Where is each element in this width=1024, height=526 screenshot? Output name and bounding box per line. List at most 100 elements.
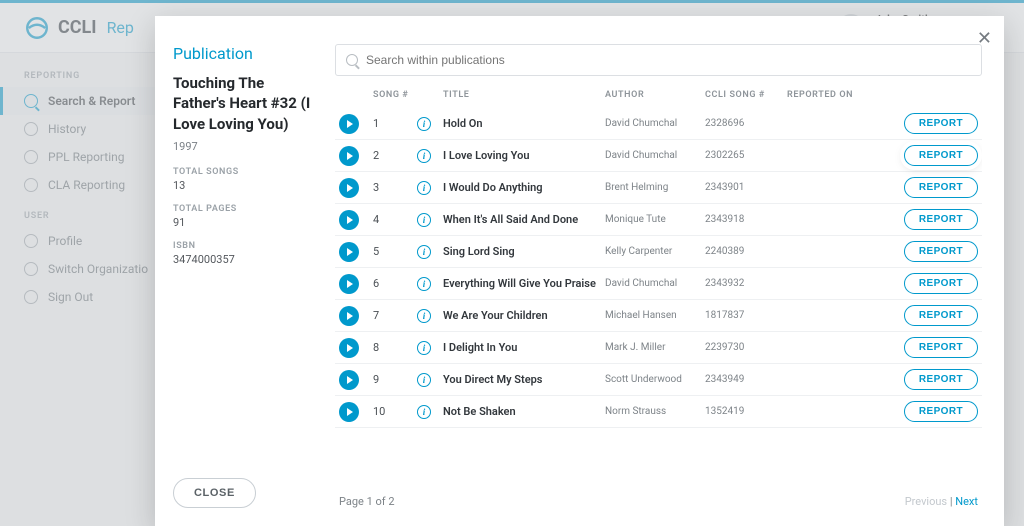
total-pages-value: 91: [173, 216, 319, 229]
modal-title: Touching The Father's Heart #32 (I Love …: [173, 73, 319, 134]
close-button[interactable]: CLOSE: [173, 478, 256, 508]
play-icon[interactable]: [339, 306, 359, 326]
song-title: I Love Loving You: [443, 149, 605, 162]
song-author: Scott Underwood: [605, 374, 705, 385]
play-icon[interactable]: [339, 402, 359, 422]
pager: Page 1 of 2 Previous | Next: [335, 485, 982, 512]
pager-prev[interactable]: Previous: [905, 495, 947, 508]
song-ccli: 2343932: [705, 278, 787, 289]
song-ccli: 2343901: [705, 182, 787, 193]
search-input[interactable]: [366, 53, 971, 67]
report-button[interactable]: REPORT: [904, 209, 978, 230]
report-button[interactable]: REPORT: [904, 241, 978, 262]
song-ccli: 1817837: [705, 310, 787, 321]
sidebar-item-label: Profile: [48, 234, 82, 248]
brand-logo[interactable]: CCLI Rep: [24, 15, 134, 41]
publication-modal: Publication Touching The Father's Heart …: [155, 16, 1004, 526]
modal-search[interactable]: [335, 44, 982, 76]
report-button[interactable]: REPORT: [904, 273, 978, 294]
song-number: 3: [373, 181, 417, 194]
sidebar-item-label: Sign Out: [48, 290, 93, 304]
play-icon[interactable]: [339, 338, 359, 358]
song-title: I Delight In You: [443, 341, 605, 354]
song-ccli: 2302265: [705, 150, 787, 161]
song-number: 2: [373, 149, 417, 162]
song-row: 1iHold OnDavid Chumchal2328696REPORT: [335, 108, 982, 140]
report-button[interactable]: REPORT: [904, 305, 978, 326]
song-author: Norm Strauss: [605, 406, 705, 417]
play-icon[interactable]: [339, 370, 359, 390]
song-author: David Chumchal: [605, 118, 705, 129]
sidebar-item-label: Switch Organizatio: [48, 262, 148, 276]
sidebar-item-label: CLA Reporting: [48, 178, 125, 192]
info-icon[interactable]: i: [417, 149, 431, 163]
report-button[interactable]: REPORT: [904, 401, 978, 422]
modal-sidebar: Publication Touching The Father's Heart …: [155, 16, 335, 526]
report-button[interactable]: REPORT: [904, 145, 978, 166]
info-icon[interactable]: i: [417, 373, 431, 387]
search-icon: [346, 54, 358, 66]
col-ccli: CCLI SONG #: [705, 90, 787, 100]
info-icon[interactable]: i: [417, 277, 431, 291]
info-icon[interactable]: i: [417, 245, 431, 259]
song-title: I Would Do Anything: [443, 181, 605, 194]
song-number: 4: [373, 213, 417, 226]
song-number: 8: [373, 341, 417, 354]
brand-product: Rep: [107, 18, 134, 37]
song-number: 9: [373, 373, 417, 386]
col-author: AUTHOR: [605, 90, 705, 100]
info-icon[interactable]: i: [417, 181, 431, 195]
ppl-icon: [24, 150, 38, 164]
song-row: 10iNot Be ShakenNorm Strauss1352419REPOR…: [335, 396, 982, 428]
play-icon[interactable]: [339, 274, 359, 294]
song-row: 6iEverything Will Give You PraiseDavid C…: [335, 268, 982, 300]
total-pages-label: TOTAL PAGES: [173, 204, 319, 214]
song-number: 6: [373, 277, 417, 290]
col-song-num: SONG #: [373, 90, 417, 100]
song-ccli: 2328696: [705, 118, 787, 129]
isbn-value: 3474000357: [173, 253, 319, 266]
report-button[interactable]: REPORT: [904, 177, 978, 198]
pager-next[interactable]: Next: [955, 495, 978, 508]
song-author: Michael Hansen: [605, 310, 705, 321]
song-author: Kelly Carpenter: [605, 246, 705, 257]
total-songs-label: TOTAL SONGS: [173, 167, 319, 177]
col-title: TITLE: [443, 90, 605, 100]
play-icon[interactable]: [339, 242, 359, 262]
song-number: 7: [373, 309, 417, 322]
song-ccli: 2343949: [705, 374, 787, 385]
close-icon[interactable]: ✕: [977, 28, 992, 49]
report-button[interactable]: REPORT: [904, 369, 978, 390]
col-reported: REPORTED ON: [787, 90, 871, 100]
song-row: 9iYou Direct My StepsScott Underwood2343…: [335, 364, 982, 396]
play-icon[interactable]: [339, 178, 359, 198]
sidebar-item-label: PPL Reporting: [48, 150, 125, 164]
info-icon[interactable]: i: [417, 117, 431, 131]
info-icon[interactable]: i: [417, 309, 431, 323]
play-icon[interactable]: [339, 210, 359, 230]
song-title: Everything Will Give You Praise: [443, 277, 605, 290]
info-icon[interactable]: i: [417, 341, 431, 355]
info-icon[interactable]: i: [417, 405, 431, 419]
song-number: 10: [373, 405, 417, 418]
song-row: 4iWhen It's All Said And DoneMonique Tut…: [335, 204, 982, 236]
song-ccli: 2240389: [705, 246, 787, 257]
info-icon[interactable]: i: [417, 213, 431, 227]
report-button[interactable]: REPORT: [904, 113, 978, 134]
play-icon[interactable]: [339, 146, 359, 166]
report-button[interactable]: REPORT: [904, 337, 978, 358]
song-title: Hold On: [443, 117, 605, 130]
song-author: Monique Tute: [605, 214, 705, 225]
song-row: 3iI Would Do AnythingBrent Helming234390…: [335, 172, 982, 204]
song-title: We Are Your Children: [443, 309, 605, 322]
song-number: 5: [373, 245, 417, 258]
song-row: 5iSing Lord SingKelly Carpenter2240389RE…: [335, 236, 982, 268]
sidebar-item-label: History: [48, 122, 86, 136]
song-row: 7i We Are Your ChildrenMichael Hansen1817…: [335, 300, 982, 332]
total-songs-value: 13: [173, 179, 319, 192]
song-ccli: 2239730: [705, 342, 787, 353]
play-icon[interactable]: [339, 114, 359, 134]
profile-icon: [24, 234, 38, 248]
song-row: 8iI Delight In YouMark J. Miller2239730R…: [335, 332, 982, 364]
modal-type: Publication: [173, 44, 319, 63]
